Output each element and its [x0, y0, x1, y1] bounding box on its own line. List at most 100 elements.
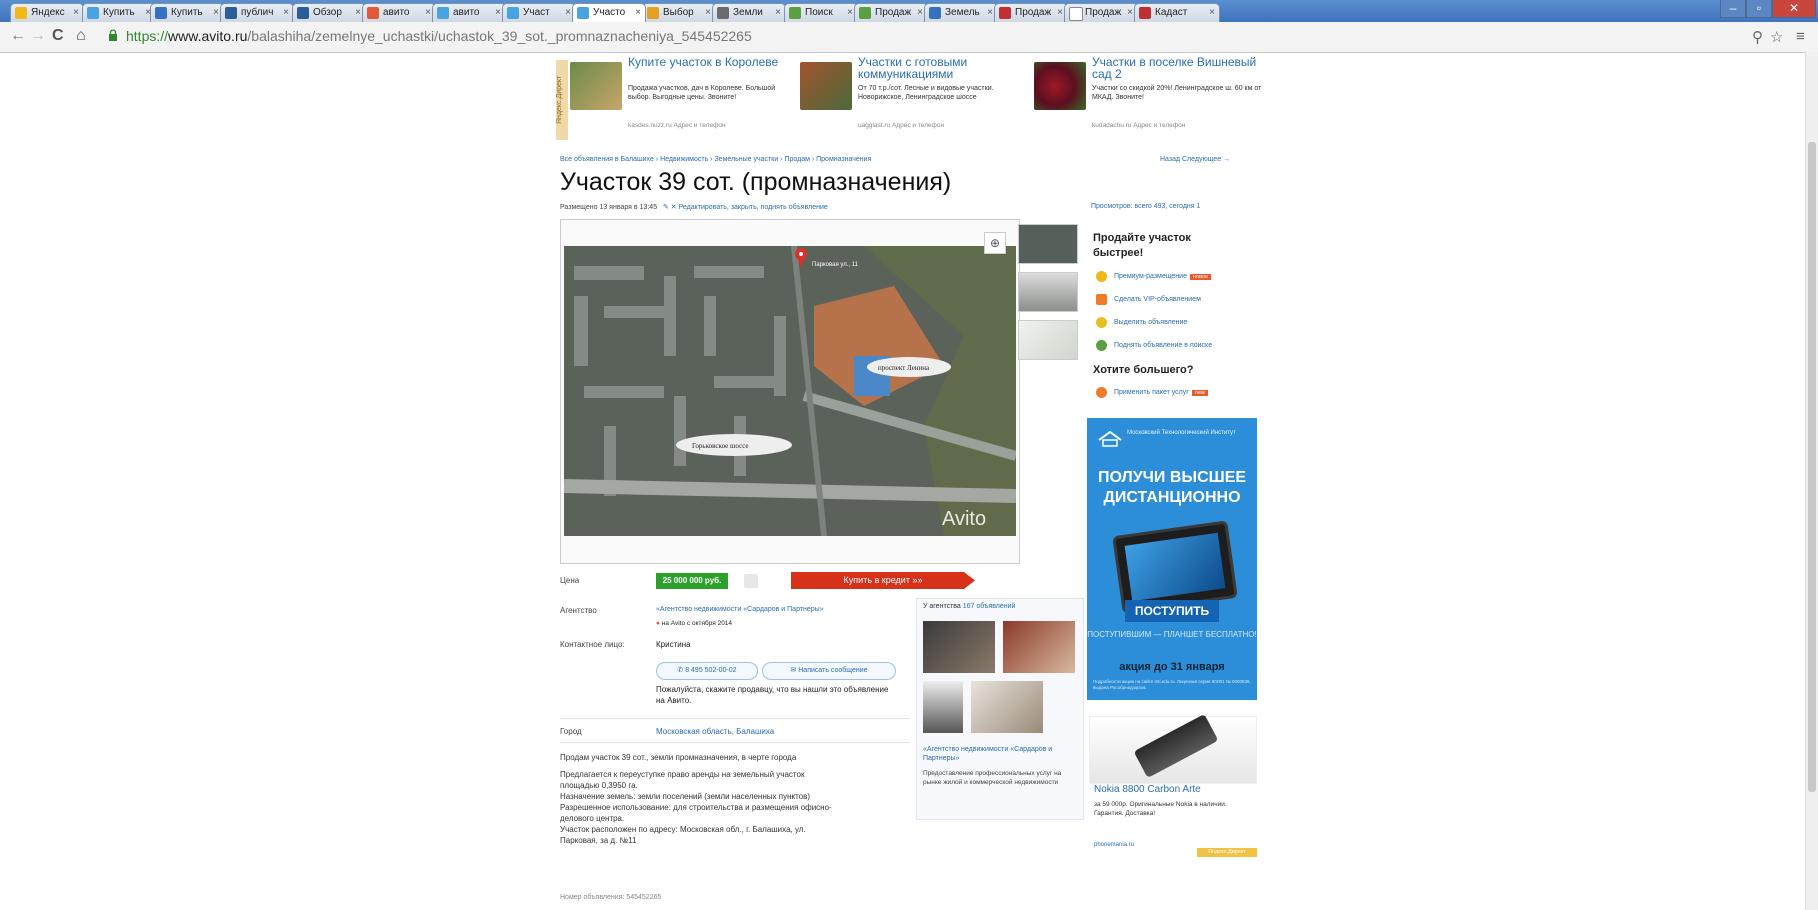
- agency-box-name[interactable]: «Агентство недвижимости «Сардаров и Парт…: [923, 745, 1077, 763]
- nokia-ad-title[interactable]: Nokia 8800 Carbon Arte: [1094, 784, 1201, 795]
- tab-close-icon[interactable]: ×: [213, 4, 219, 22]
- browser-tab[interactable]: Земель ×: [924, 3, 998, 22]
- ad-description: Участки со скидкой 20%! Ленинградское ш.…: [1092, 85, 1262, 101]
- institute-logo-icon: [1098, 430, 1122, 447]
- education-banner[interactable]: Московский Технологический Институт ПОЛУ…: [1087, 418, 1257, 700]
- agency-listing-image[interactable]: [923, 681, 963, 733]
- tab-close-icon[interactable]: ×: [847, 4, 853, 22]
- browser-tab[interactable]: авито ×: [432, 3, 506, 22]
- tab-close-icon[interactable]: ×: [495, 4, 501, 22]
- tab-close-icon[interactable]: ×: [73, 4, 79, 22]
- browser-tab[interactable]: публич ×: [220, 3, 294, 22]
- buy-on-credit-button[interactable]: Купить в кредит »»: [791, 572, 975, 589]
- tab-close-icon[interactable]: ×: [775, 4, 781, 22]
- tab-close-icon[interactable]: ×: [1057, 4, 1063, 22]
- favicon-icon: [929, 7, 941, 19]
- edit-listing-link[interactable]: ✎ ✕ Редактировать, закрыть, поднять объя…: [663, 204, 828, 211]
- currency-icon[interactable]: [744, 574, 758, 588]
- ad-item[interactable]: Купите участок в Королеве Продажа участк…: [570, 56, 802, 146]
- browser-tab[interactable]: Участ ×: [502, 3, 576, 22]
- browser-tab[interactable]: Обзор ×: [292, 3, 366, 22]
- browser-tab[interactable]: Выбор ×: [642, 3, 716, 22]
- placed-info: Размещено 13 января в 13:45 ✎ ✕ Редактир…: [560, 204, 828, 211]
- browser-tab[interactable]: Кадаст ×: [1134, 3, 1220, 22]
- ad-source[interactable]: kudadachu.ru Адрес и телефон: [1092, 122, 1185, 129]
- breadcrumb[interactable]: Все объявления в Балашихе › Недвижимость…: [560, 156, 871, 163]
- photo-thumbnail[interactable]: [1018, 272, 1078, 312]
- main-photo[interactable]: Парковая ул., 11 проспект Ленина Горьков…: [564, 246, 1016, 536]
- aerial-map-image: Парковая ул., 11 проспект Ленина Горьков…: [564, 246, 1016, 536]
- favicon-icon: [367, 7, 379, 19]
- agency-listings-link[interactable]: 167 объявлений: [963, 603, 1016, 610]
- tab-close-icon[interactable]: ×: [987, 4, 993, 22]
- tab-close-icon[interactable]: ×: [425, 4, 431, 22]
- ad-source[interactable]: kasdes.nuzz.ru Адрес и телефон: [628, 122, 726, 129]
- photo-thumbnail[interactable]: [1018, 224, 1078, 264]
- tab-close-icon[interactable]: ×: [283, 4, 289, 22]
- favicon-icon: [225, 7, 237, 19]
- browser-tab[interactable]: Земли ×: [712, 3, 786, 22]
- address-bar: ← → C ⌂ https://www.avito.ru/balashiha/z…: [0, 22, 1818, 53]
- home-icon[interactable]: ⌂: [76, 28, 86, 44]
- agency-listing-image[interactable]: [923, 621, 995, 673]
- agency-name-link[interactable]: «Агентство недвижимости «Сардаров и Парт…: [656, 606, 824, 613]
- photo-thumbnail[interactable]: [1018, 320, 1078, 360]
- tab-label: публич: [241, 7, 274, 18]
- close-window-button[interactable]: ✕: [1772, 0, 1816, 18]
- browser-tab[interactable]: Продаж ×: [1064, 3, 1138, 22]
- banner-apply-button[interactable]: ПОСТУПИТЬ: [1125, 600, 1219, 622]
- browser-tab[interactable]: Продаж ×: [854, 3, 928, 22]
- tab-close-icon[interactable]: ×: [565, 4, 571, 22]
- browser-tab[interactable]: Купить ×: [82, 3, 156, 22]
- phone-button[interactable]: ✆ 8 495 502-00-02: [656, 662, 758, 680]
- nokia-ad-image[interactable]: [1089, 713, 1257, 784]
- zoom-icon[interactable]: ⚲: [1752, 28, 1763, 46]
- agency-listing-image[interactable]: [971, 681, 1043, 733]
- tab-close-icon[interactable]: ×: [917, 4, 923, 22]
- tab-close-icon[interactable]: ×: [355, 4, 361, 22]
- contact-label: Контактное лицо:: [560, 640, 625, 649]
- ad-title[interactable]: Участки в поселке Вишневый сад 2: [1092, 56, 1262, 80]
- tab-close-icon[interactable]: ×: [705, 4, 711, 22]
- browser-tab[interactable]: Участо ×: [572, 3, 646, 22]
- menu-icon[interactable]: ≡: [1796, 28, 1805, 45]
- ad-description: Продажа участков, дач в Королеве. Большо…: [628, 85, 776, 101]
- browser-tab[interactable]: Поиск ×: [784, 3, 858, 22]
- browser-tab[interactable]: авито ×: [362, 3, 436, 22]
- browser-tab[interactable]: Яндекс ×: [10, 3, 84, 22]
- browser-tab[interactable]: Купить ×: [150, 3, 224, 22]
- page-scrollbar[interactable]: [1805, 52, 1818, 910]
- maximize-button[interactable]: ▫: [1746, 0, 1772, 18]
- package-icon: [1096, 387, 1107, 398]
- page-title: Участок 39 сот. (промназначения): [560, 168, 952, 196]
- favicon-icon: [297, 7, 309, 19]
- prev-next-nav[interactable]: Назад Следующее →: [1160, 156, 1230, 163]
- url-field[interactable]: https://www.avito.ru/balashiha/zemelnye_…: [126, 28, 752, 44]
- city-link[interactable]: Московская область, Балашиха: [656, 727, 774, 736]
- tab-close-icon[interactable]: ×: [1127, 4, 1133, 22]
- ad-item[interactable]: Участки с готовыми коммуникациями От 70 …: [800, 56, 1032, 146]
- tab-close-icon[interactable]: ×: [1209, 4, 1215, 22]
- reload-icon[interactable]: C: [52, 28, 64, 44]
- tab-close-icon[interactable]: ×: [635, 4, 641, 22]
- zoom-photo-icon[interactable]: ⊕: [984, 232, 1006, 254]
- nokia-ad-source[interactable]: phonemania.ru: [1094, 842, 1134, 848]
- scrollbar-thumb[interactable]: [1808, 142, 1816, 792]
- minimize-button[interactable]: –: [1720, 0, 1746, 18]
- agency-listing-image[interactable]: [1003, 621, 1075, 673]
- forward-icon[interactable]: →: [30, 28, 46, 44]
- agency-box: У агентства 167 объявлений «Агентство не…: [916, 598, 1084, 820]
- ad-item[interactable]: Участки в поселке Вишневый сад 2 Участки…: [1034, 56, 1266, 146]
- back-icon[interactable]: ←: [10, 28, 26, 44]
- ad-title[interactable]: Купите участок в Королеве: [628, 56, 798, 68]
- views-count[interactable]: Просмотров: всего 493, сегодня 1: [1091, 203, 1200, 210]
- raise-icon: [1096, 340, 1107, 351]
- write-message-button[interactable]: ✉ Написать сообщение: [762, 662, 896, 680]
- ad-title[interactable]: Участки с готовыми коммуникациями: [858, 56, 1028, 80]
- description-line: делового центра.: [560, 814, 625, 823]
- bookmark-star-icon[interactable]: ☆: [1770, 28, 1783, 46]
- banner-promo: акция до 31 января: [1119, 661, 1225, 673]
- tab-label: Яндекс: [31, 7, 65, 18]
- ad-source[interactable]: uagglast.ru Адрес и телефон: [858, 122, 944, 129]
- browser-tab[interactable]: Продаж ×: [994, 3, 1068, 22]
